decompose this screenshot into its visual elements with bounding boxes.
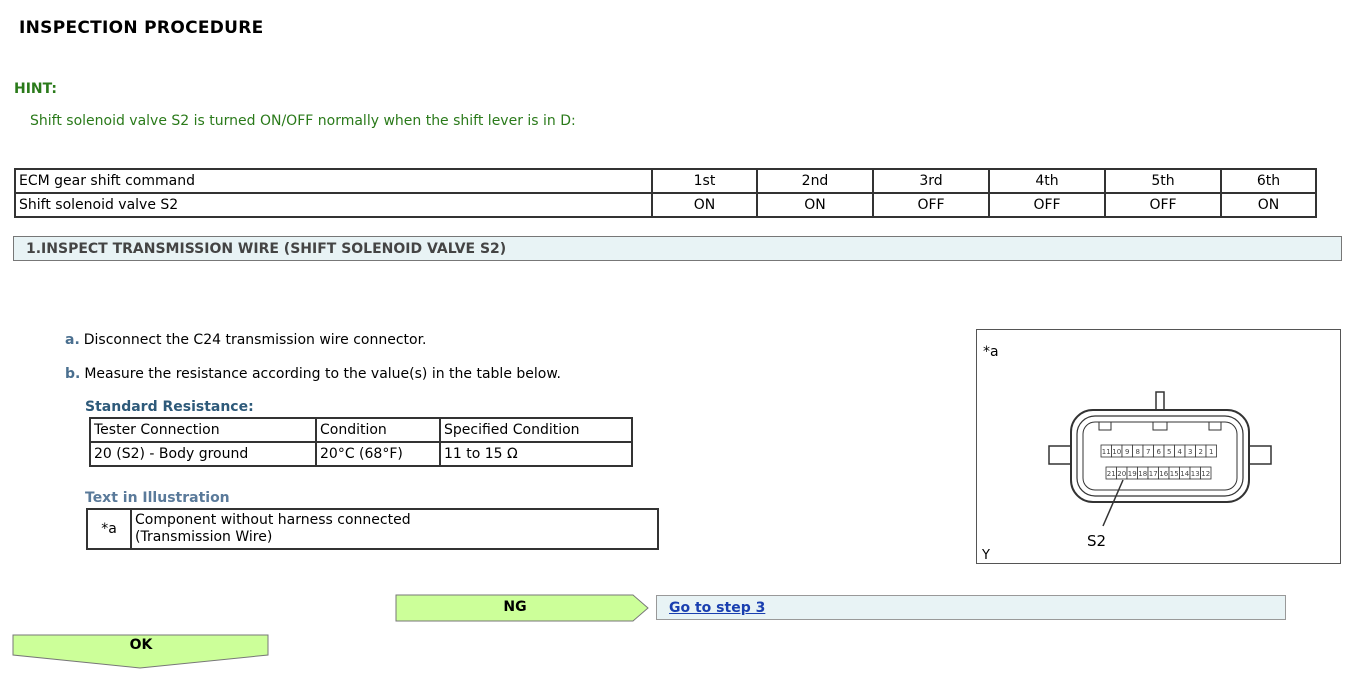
ok-button-label: OK xyxy=(129,637,153,653)
table-row: ECM gear shift command 1st 2nd 3rd 4th 5… xyxy=(14,168,1317,194)
list-item-text: Measure the resistance according to the … xyxy=(84,366,561,382)
table-row: Tester Connection Condition Specified Co… xyxy=(89,417,633,443)
illustration-tag: *a xyxy=(983,344,999,360)
svg-text:3: 3 xyxy=(1188,448,1192,456)
connector-pin: 17 xyxy=(1147,466,1159,480)
table-header-cell: Condition xyxy=(315,417,441,443)
svg-text:5: 5 xyxy=(1167,448,1171,456)
table-cell: Component without harness connected (Tra… xyxy=(130,508,659,550)
table-cell: Shift solenoid valve S2 xyxy=(14,192,653,218)
hint-label: HINT: xyxy=(14,81,58,97)
list-item-text: Disconnect the C24 transmission wire con… xyxy=(83,332,427,348)
svg-text:14: 14 xyxy=(1180,470,1189,478)
connector-pin: 20 xyxy=(1116,466,1128,480)
table-cell: 11 to 15 Ω xyxy=(439,441,633,467)
table-cell: OFF xyxy=(988,192,1106,218)
svg-text:2: 2 xyxy=(1199,448,1203,456)
hint-text: Shift solenoid valve S2 is turned ON/OFF… xyxy=(30,113,576,129)
connector-pin: 4 xyxy=(1174,444,1186,458)
list-marker: b. xyxy=(65,366,81,382)
svg-text:19: 19 xyxy=(1128,470,1137,478)
step-title-bar: 1.INSPECT TRANSMISSION WIRE (SHIFT SOLEN… xyxy=(13,236,1342,261)
connector-pin: 16 xyxy=(1158,466,1170,480)
svg-text:10: 10 xyxy=(1112,448,1121,456)
table-cell: 5th xyxy=(1104,168,1222,194)
pin-s2-label: S2 xyxy=(1087,532,1106,550)
ok-button[interactable]: OK xyxy=(12,634,270,670)
connector-pin: 6 xyxy=(1153,444,1165,458)
connector-drawing: *a 11 10 9 8 7 6 5 4 3 2 1 21 20 19 18 17 16 15 14 13 12 S2… xyxy=(981,344,1272,563)
svg-text:4: 4 xyxy=(1178,448,1183,456)
connector-pin: 2 xyxy=(1195,444,1207,458)
text-in-illustration-table: *a Component without harness connected (… xyxy=(86,508,659,550)
svg-text:18: 18 xyxy=(1138,470,1147,478)
table-cell: ON xyxy=(1220,192,1317,218)
cell-line: Component without harness connected xyxy=(135,512,411,528)
table-cell: ON xyxy=(756,192,874,218)
corner-label: Y xyxy=(981,548,990,563)
connector-pin: 19 xyxy=(1126,466,1138,480)
connector-pin: 10 xyxy=(1111,444,1123,458)
table-header-cell: Tester Connection xyxy=(89,417,317,443)
list-marker: a. xyxy=(65,332,80,348)
connector-pin: 14 xyxy=(1179,466,1191,480)
connector-pin: 21 xyxy=(1105,466,1117,480)
list-item: b. Measure the resistance according to th… xyxy=(65,366,561,382)
connector-pin: 7 xyxy=(1142,444,1154,458)
pin-row-top: 11 10 9 8 7 6 5 4 3 2 1 xyxy=(1100,444,1217,458)
list-item: a. Disconnect the C24 transmission wire c… xyxy=(65,332,427,348)
connector-pin: 3 xyxy=(1184,444,1196,458)
table-header-cell: Specified Condition xyxy=(439,417,633,443)
ng-button-label: NG xyxy=(503,599,527,615)
svg-text:20: 20 xyxy=(1117,470,1126,478)
table-cell: OFF xyxy=(1104,192,1222,218)
table-cell: 1st xyxy=(651,168,758,194)
svg-text:16: 16 xyxy=(1159,470,1168,478)
svg-text:9: 9 xyxy=(1125,448,1129,456)
svg-text:6: 6 xyxy=(1157,448,1162,456)
table-row: Shift solenoid valve S2 ON ON OFF OFF OF… xyxy=(14,192,1317,218)
svg-text:11: 11 xyxy=(1102,448,1111,456)
table-row: *a Component without harness connected (… xyxy=(86,508,659,550)
gear-shift-table: ECM gear shift command 1st 2nd 3rd 4th 5… xyxy=(14,168,1317,218)
connector-pin: 11 xyxy=(1100,444,1112,458)
table-cell: 6th xyxy=(1220,168,1317,194)
ng-link-box: Go to step 3 xyxy=(656,595,1286,620)
connector-pin: 12 xyxy=(1200,466,1212,480)
svg-text:21: 21 xyxy=(1107,470,1116,478)
connector-pin: 8 xyxy=(1132,444,1144,458)
table-cell: OFF xyxy=(872,192,990,218)
standard-resistance-label: Standard Resistance: xyxy=(85,399,254,415)
connector-illustration: *a 11 10 9 8 7 6 5 4 3 2 1 21 20 19 18 17 16 15 14 13 12 S2… xyxy=(976,329,1341,564)
pin-row-bottom: 21 20 19 18 17 16 15 14 13 12 xyxy=(1105,466,1212,480)
table-cell: 3rd xyxy=(872,168,990,194)
table-cell: 20 (S2) - Body ground xyxy=(89,441,317,467)
table-row: 20 (S2) - Body ground 20°C (68°F) 11 to … xyxy=(89,441,633,467)
connector-pin: 1 xyxy=(1205,444,1217,458)
connector-pin: 13 xyxy=(1189,466,1201,480)
text-in-illustration-label: Text in Illustration xyxy=(85,490,230,506)
resistance-table: Tester Connection Condition Specified Co… xyxy=(89,417,633,467)
connector-pin: 18 xyxy=(1137,466,1149,480)
cell-line: (Transmission Wire) xyxy=(135,529,273,545)
table-cell: 20°C (68°F) xyxy=(315,441,441,467)
svg-text:15: 15 xyxy=(1170,470,1179,478)
svg-text:7: 7 xyxy=(1146,448,1150,456)
svg-text:17: 17 xyxy=(1149,470,1158,478)
connector-pin: 9 xyxy=(1121,444,1133,458)
svg-text:13: 13 xyxy=(1191,470,1200,478)
go-to-step-link[interactable]: Go to step 3 xyxy=(669,600,765,616)
table-cell: 2nd xyxy=(756,168,874,194)
connector-pin: 15 xyxy=(1168,466,1180,480)
page-title: INSPECTION PROCEDURE xyxy=(19,18,264,38)
table-cell: *a xyxy=(86,508,132,550)
ng-button[interactable]: NG xyxy=(395,594,650,622)
svg-text:12: 12 xyxy=(1201,470,1210,478)
connector-pin: 5 xyxy=(1163,444,1175,458)
table-cell: ON xyxy=(651,192,758,218)
svg-text:8: 8 xyxy=(1136,448,1140,456)
table-cell: ECM gear shift command xyxy=(14,168,653,194)
svg-text:1: 1 xyxy=(1209,448,1213,456)
table-cell: 4th xyxy=(988,168,1106,194)
